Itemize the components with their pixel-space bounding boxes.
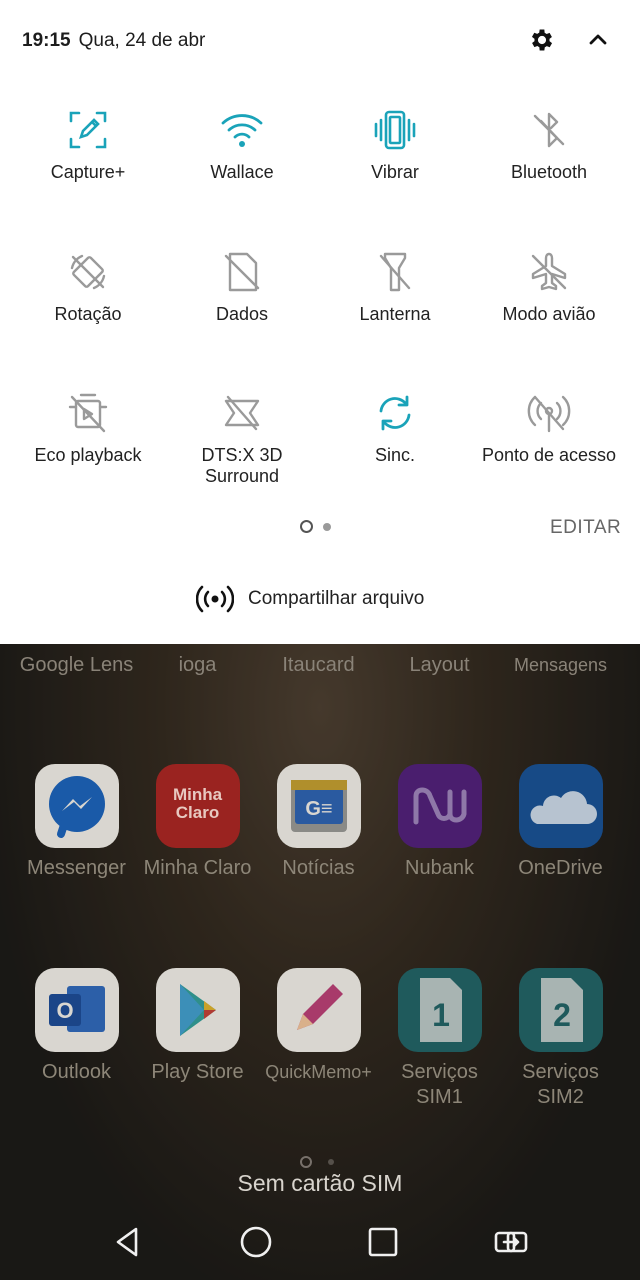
- messenger-icon: [34, 764, 119, 848]
- sim-card-icon: 2: [518, 968, 603, 1052]
- app-label: Serviços SIM2: [522, 1061, 599, 1108]
- tile-label: Capture+: [50, 162, 126, 182]
- tile-wifi[interactable]: Wallace: [165, 108, 319, 183]
- home-page-dot-active: [300, 1156, 312, 1168]
- app-label: Outlook: [42, 1061, 111, 1083]
- eco-playback-off-icon: [68, 393, 108, 433]
- bluetooth-off-icon: [533, 112, 565, 148]
- app-noticias[interactable]: G≡ Notícias: [258, 764, 379, 881]
- tile-label: Rotação: [54, 304, 122, 324]
- home-screen: Google Lens ioga Itaucard Layout Mensage…: [0, 644, 640, 1280]
- app-label: Play Store: [151, 1061, 244, 1083]
- tile-label: DTS:X 3D Surround: [201, 445, 283, 486]
- sim1-digit: 1: [432, 997, 450, 1033]
- tile-label: Eco playback: [34, 445, 142, 465]
- gear-icon[interactable]: [528, 26, 556, 54]
- sim-card-icon: 1: [397, 968, 482, 1052]
- hotspot-off-icon: [527, 395, 571, 433]
- app-label: Nubank: [405, 857, 474, 879]
- news-icon: G≡: [276, 764, 361, 848]
- date: Qua, 24 de abr: [78, 30, 206, 51]
- news-icon-glyph: G≡: [305, 798, 332, 820]
- tile-label: Wallace: [210, 162, 274, 182]
- page-indicator: [300, 520, 331, 533]
- chevron-up-icon[interactable]: [586, 28, 610, 52]
- clock: 19:15: [22, 30, 71, 51]
- home-page-indicator: [300, 1156, 334, 1168]
- vibrate-icon: [374, 110, 416, 150]
- app-label: QuickMemo+: [265, 1062, 372, 1082]
- dts-off-icon: [224, 395, 260, 431]
- folder-ioga[interactable]: ioga: [137, 653, 258, 677]
- page-dot: [323, 522, 331, 531]
- tile-label: Ponto de acesso: [481, 445, 617, 465]
- edit-button[interactable]: EDITAR: [550, 517, 621, 539]
- capture-plus-icon: [69, 111, 107, 149]
- app-label: OneDrive: [518, 857, 603, 879]
- tile-capture-plus[interactable]: Capture+: [11, 108, 165, 183]
- tile-label: Bluetooth: [510, 162, 588, 182]
- share-file-button[interactable]: Compartilhar arquivo: [196, 584, 424, 614]
- outlook-icon-glyph: O: [56, 998, 73, 1023]
- flashlight-off-icon: [379, 252, 411, 292]
- folder-layout[interactable]: Layout: [379, 653, 500, 677]
- tile-label: Lanterna: [359, 304, 431, 324]
- navigation-bar: [0, 1204, 640, 1280]
- share-label: Compartilhar arquivo: [248, 588, 425, 609]
- tile-label: Vibrar: [371, 162, 419, 182]
- app-messenger[interactable]: Messenger: [16, 764, 137, 881]
- outlook-icon: O: [34, 968, 119, 1052]
- sim-status: Sem cartão SIM: [237, 1170, 403, 1196]
- folder-itaucard[interactable]: Itaucard: [258, 653, 379, 677]
- minha-claro-icon: Minha Claro: [155, 764, 240, 848]
- app-quickmemo[interactable]: QuickMemo+: [258, 968, 379, 1085]
- app-outlook[interactable]: O Outlook: [16, 968, 137, 1085]
- sync-icon: [379, 395, 411, 431]
- tile-label: Modo avião: [502, 304, 596, 324]
- app-label: Messenger: [27, 857, 126, 879]
- home-icon[interactable]: [238, 1224, 274, 1260]
- tile-flashlight[interactable]: Lanterna: [318, 250, 472, 325]
- airplane-off-icon: [531, 252, 567, 291]
- folder-mensagens[interactable]: Mensagens: [500, 653, 621, 677]
- tile-vibrate[interactable]: Vibrar: [318, 108, 472, 183]
- app-play-store[interactable]: Play Store: [137, 968, 258, 1085]
- tile-label: Sinc.: [374, 445, 416, 465]
- tile-data[interactable]: Dados: [165, 250, 319, 325]
- broadcast-icon: [196, 585, 234, 613]
- rotation-off-icon: [70, 254, 106, 290]
- sim2-digit: 2: [553, 997, 571, 1033]
- wifi-icon: [221, 114, 263, 147]
- mobile-data-off-icon: [224, 252, 260, 292]
- tile-eco-playback[interactable]: Eco playback: [11, 391, 165, 466]
- app-label: Minha Claro: [143, 857, 252, 879]
- play-store-icon: [155, 968, 240, 1052]
- folder-google-lens[interactable]: Google Lens: [16, 653, 137, 677]
- app-onedrive[interactable]: OneDrive: [500, 764, 621, 881]
- tile-hotspot[interactable]: Ponto de acesso: [472, 391, 626, 466]
- tile-sync[interactable]: Sinc.: [318, 391, 472, 466]
- app-label: Serviços SIM1: [401, 1061, 478, 1108]
- home-page-dot: [328, 1159, 334, 1165]
- cloud-icon: [518, 764, 603, 848]
- tile-rotation[interactable]: Rotação: [11, 250, 165, 325]
- status-bar: 19:15 Qua, 24 de abr: [22, 28, 205, 54]
- pencil-icon: [276, 968, 361, 1052]
- back-icon[interactable]: [110, 1224, 146, 1260]
- tile-bluetooth[interactable]: Bluetooth: [472, 108, 626, 183]
- app-nubank[interactable]: Nubank: [379, 764, 500, 881]
- nubank-icon: [397, 764, 482, 848]
- tile-dts[interactable]: DTS:X 3D Surround: [165, 391, 319, 487]
- tile-airplane[interactable]: Modo avião: [472, 250, 626, 325]
- app-servicos-sim2[interactable]: 2 Serviços SIM2: [500, 968, 621, 1110]
- page-dot-active: [300, 520, 313, 533]
- tile-label: Dados: [215, 304, 269, 324]
- quick-settings-panel: 19:15 Qua, 24 de abr Capture+ Wallace Vi…: [0, 0, 640, 644]
- recents-icon[interactable]: [365, 1224, 401, 1260]
- app-label: Notícias: [282, 857, 355, 879]
- app-minha-claro[interactable]: Minha Claro Minha Claro: [137, 764, 258, 881]
- dual-window-icon[interactable]: [493, 1224, 529, 1260]
- app-servicos-sim1[interactable]: 1 Serviços SIM1: [379, 968, 500, 1110]
